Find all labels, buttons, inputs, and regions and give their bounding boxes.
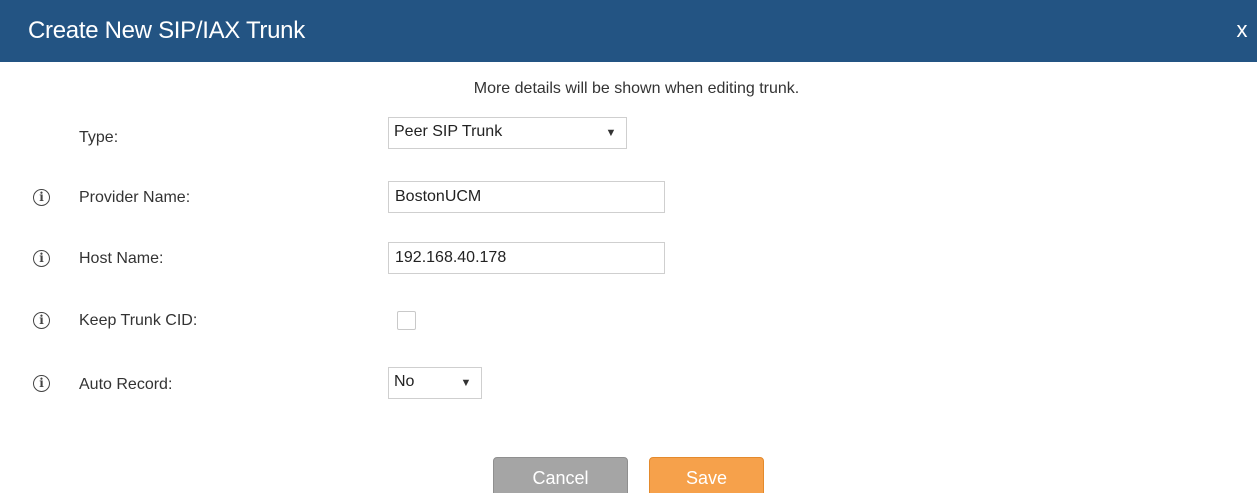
host-name-input[interactable]: [388, 242, 665, 274]
dialog-titlebar: Create New SIP/IAX Trunk x: [0, 0, 1257, 62]
keep-trunk-cid-checkbox[interactable]: [397, 311, 416, 330]
dialog-title: Create New SIP/IAX Trunk: [28, 17, 305, 44]
info-icon[interactable]: i: [33, 189, 50, 206]
keep-trunk-cid-label: Keep Trunk CID:: [79, 312, 198, 329]
close-button[interactable]: x: [1231, 15, 1253, 45]
host-name-label: Host Name:: [79, 250, 164, 267]
info-icon[interactable]: i: [33, 250, 50, 267]
info-icon[interactable]: i: [33, 312, 50, 329]
chevron-down-icon: ▼: [605, 127, 617, 139]
type-select-value: Peer SIP Trunk: [394, 123, 503, 140]
auto-record-select-value: No: [394, 373, 415, 390]
auto-record-select[interactable]: No ▼: [388, 367, 482, 399]
type-label: Type:: [79, 129, 119, 146]
type-select[interactable]: Peer SIP Trunk ▼: [388, 117, 627, 149]
chevron-down-icon: ▼: [460, 377, 472, 389]
info-icon[interactable]: i: [33, 375, 50, 392]
save-button[interactable]: Save: [649, 457, 764, 493]
provider-name-label: Provider Name:: [79, 189, 191, 206]
cancel-button[interactable]: Cancel: [493, 457, 628, 493]
auto-record-label: Auto Record:: [79, 376, 173, 393]
provider-name-input[interactable]: [388, 181, 665, 213]
hint-text: More details will be shown when editing …: [473, 80, 800, 97]
create-trunk-dialog: Create New SIP/IAX Trunk x More details …: [0, 0, 1257, 493]
